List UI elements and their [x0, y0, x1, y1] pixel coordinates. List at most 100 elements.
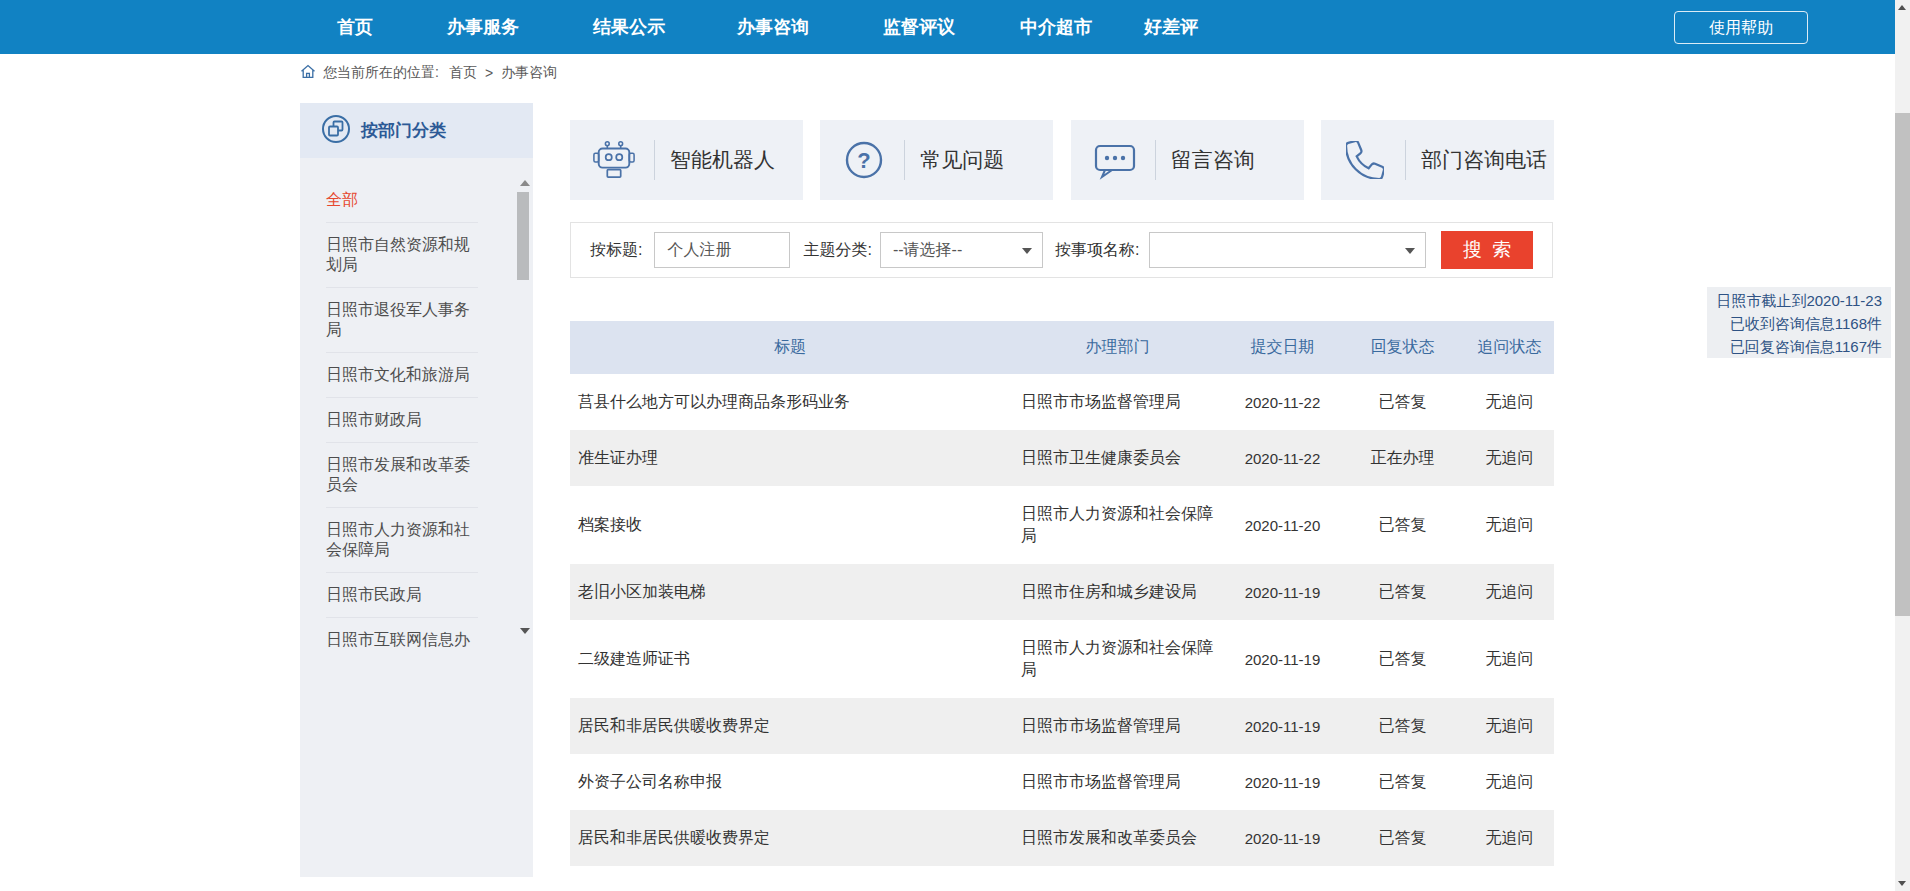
consultation-table: 标题 办理部门 提交日期 回复状态 追问状态 莒县什么地方可以办理商品条形码业务…	[570, 321, 1554, 866]
cell-reply-status: 已答复	[1340, 515, 1465, 536]
nav-item[interactable]: 办事服务	[447, 0, 519, 54]
table-row[interactable]: 档案接收 日照市人力资源和社会保障局 2020-11-20 已答复 无追问	[570, 486, 1554, 564]
quick-link-message[interactable]: 留言咨询	[1071, 120, 1304, 200]
caret-down-icon	[1405, 248, 1415, 254]
table-row[interactable]: 老旧小区加装电梯 日照市住房和城乡建设局 2020-11-19 已答复 无追问	[570, 564, 1554, 620]
cell-date: 2020-11-19	[1225, 718, 1340, 735]
scroll-thumb[interactable]	[1895, 113, 1910, 616]
department-item[interactable]: 日照市互联网信息办	[326, 618, 478, 662]
nav-item[interactable]: 中介超市	[1020, 0, 1092, 54]
cell-follow-status: 无追问	[1465, 772, 1554, 793]
cell-dept: 日照市市场监督管理局	[1010, 391, 1225, 413]
search-bar: 按标题: 主题分类: --请选择-- 按事项名称: 搜索	[570, 222, 1553, 278]
caret-down-icon	[1022, 248, 1032, 254]
quick-link-robot[interactable]: 智能机器人	[570, 120, 803, 200]
divider	[654, 140, 655, 180]
nav-menu: 首页 办事服务 结果公示 办事咨询 监督评议 中介超市好差评	[0, 0, 1910, 54]
cell-reply-status: 已答复	[1340, 582, 1465, 603]
breadcrumb-current: 办事咨询	[501, 64, 557, 82]
quick-link-faq[interactable]: ? 常见问题	[820, 120, 1053, 200]
title-search-input[interactable]	[654, 232, 790, 268]
department-item[interactable]: 日照市自然资源和规划局	[326, 223, 478, 288]
cell-date: 2020-11-19	[1225, 830, 1340, 847]
table-row[interactable]: 居民和非居民供暖收费界定 日照市市场监督管理局 2020-11-19 已答复 无…	[570, 698, 1554, 754]
quick-link-label: 部门咨询电话	[1421, 146, 1547, 174]
cell-reply-status: 已答复	[1340, 392, 1465, 413]
cell-reply-status: 已答复	[1340, 649, 1465, 670]
cell-dept: 日照市卫生健康委员会	[1010, 447, 1225, 469]
cell-follow-status: 无追问	[1465, 716, 1554, 737]
item-name-label: 按事项名称:	[1055, 240, 1139, 261]
table-row[interactable]: 外资子公司名称申报 日照市市场监督管理局 2020-11-19 已答复 无追问	[570, 754, 1554, 810]
category-select[interactable]: --请选择--	[880, 232, 1043, 268]
table-row[interactable]: 莒县什么地方可以办理商品条形码业务 日照市市场监督管理局 2020-11-22 …	[570, 374, 1554, 430]
cell-title[interactable]: 外资子公司名称申报	[570, 772, 1010, 793]
page-scrollbar[interactable]	[1895, 0, 1910, 891]
sidebar-header: 按部门分类	[300, 103, 533, 158]
department-list: 全部日照市自然资源和规划局日照市退役军人事务局日照市文化和旅游局日照市财政局日照…	[326, 178, 478, 662]
sidebar-body: 全部日照市自然资源和规划局日照市退役军人事务局日照市文化和旅游局日照市财政局日照…	[300, 158, 533, 877]
header-reply-status: 回复状态	[1340, 337, 1465, 358]
divider	[904, 140, 905, 180]
stats-line3: 已回复咨询信息1167件	[1713, 335, 1882, 358]
breadcrumb: 您当前所在的位置: 首页 > 办事咨询	[300, 63, 557, 83]
cell-title[interactable]: 二级建造师证书	[570, 649, 1010, 670]
phone-icon	[1343, 141, 1387, 179]
nav-item[interactable]: 好差评	[1144, 0, 1198, 54]
nav-item[interactable]: 首页	[337, 0, 373, 54]
cell-title[interactable]: 居民和非居民供暖收费界定	[570, 716, 1010, 737]
department-item[interactable]: 日照市民政局	[326, 573, 478, 618]
nav-item[interactable]: 办事咨询	[737, 0, 809, 54]
cell-date: 2020-11-22	[1225, 450, 1340, 467]
scroll-up-icon[interactable]	[1898, 5, 1906, 10]
sidebar-scroll-down-icon[interactable]	[520, 628, 530, 634]
table-row[interactable]: 准生证办理 日照市卫生健康委员会 2020-11-22 正在办理 无追问	[570, 430, 1554, 486]
department-item[interactable]: 日照市人力资源和社会保障局	[326, 508, 478, 573]
breadcrumb-prefix: 您当前所在的位置:	[323, 64, 439, 82]
cell-date: 2020-11-19	[1225, 651, 1340, 668]
title-search-label: 按标题:	[590, 240, 642, 261]
department-item[interactable]: 日照市退役军人事务局	[326, 288, 478, 353]
stats-line2: 已收到咨询信息1168件	[1713, 312, 1882, 335]
cell-title[interactable]: 老旧小区加装电梯	[570, 582, 1010, 603]
quick-link-label: 智能机器人	[670, 146, 775, 174]
cell-dept: 日照市发展和改革委员会	[1010, 827, 1225, 849]
department-item[interactable]: 日照市发展和改革委员会	[326, 443, 478, 508]
cell-title[interactable]: 莒县什么地方可以办理商品条形码业务	[570, 392, 1010, 413]
search-button[interactable]: 搜索	[1441, 231, 1533, 269]
cell-dept: 日照市市场监督管理局	[1010, 771, 1225, 793]
breadcrumb-home[interactable]: 首页	[449, 64, 477, 82]
category-icon	[321, 114, 351, 148]
cell-reply-status: 已答复	[1340, 772, 1465, 793]
cell-date: 2020-11-19	[1225, 774, 1340, 791]
table-row[interactable]: 二级建造师证书 日照市人力资源和社会保障局 2020-11-19 已答复 无追问	[570, 620, 1554, 698]
cell-title[interactable]: 档案接收	[570, 515, 1010, 536]
breadcrumb-separator: >	[485, 65, 493, 81]
quick-link-phone[interactable]: 部门咨询电话	[1321, 120, 1554, 200]
department-item[interactable]: 日照市财政局	[326, 398, 478, 443]
nav-item[interactable]: 结果公示	[593, 0, 665, 54]
svg-text:?: ?	[858, 148, 871, 173]
table-row[interactable]: 居民和非居民供暖收费界定 日照市发展和改革委员会 2020-11-19 已答复 …	[570, 810, 1554, 866]
divider	[1405, 140, 1406, 180]
quick-link-label: 常见问题	[920, 146, 1004, 174]
nav-item[interactable]: 监督评议	[883, 0, 955, 54]
cell-title[interactable]: 准生证办理	[570, 448, 1010, 469]
category-select-value: --请选择--	[893, 240, 962, 261]
sidebar-scroll-up-icon[interactable]	[520, 180, 530, 186]
help-button[interactable]: 使用帮助	[1674, 11, 1808, 44]
scroll-down-icon[interactable]	[1898, 881, 1906, 886]
header-date: 提交日期	[1225, 337, 1340, 358]
department-item[interactable]: 日照市文化和旅游局	[326, 353, 478, 398]
department-item[interactable]: 全部	[326, 178, 478, 223]
item-name-select[interactable]	[1149, 232, 1426, 268]
cell-dept: 日照市市场监督管理局	[1010, 715, 1225, 737]
header-follow-status: 追问状态	[1465, 337, 1554, 358]
sidebar-scroll-thumb[interactable]	[517, 192, 529, 280]
home-icon	[300, 64, 316, 82]
cell-reply-status: 已答复	[1340, 828, 1465, 849]
header-dept: 办理部门	[1010, 337, 1225, 358]
cell-title[interactable]: 居民和非居民供暖收费界定	[570, 828, 1010, 849]
table-body: 莒县什么地方可以办理商品条形码业务 日照市市场监督管理局 2020-11-22 …	[570, 374, 1554, 866]
cell-reply-status: 已答复	[1340, 716, 1465, 737]
